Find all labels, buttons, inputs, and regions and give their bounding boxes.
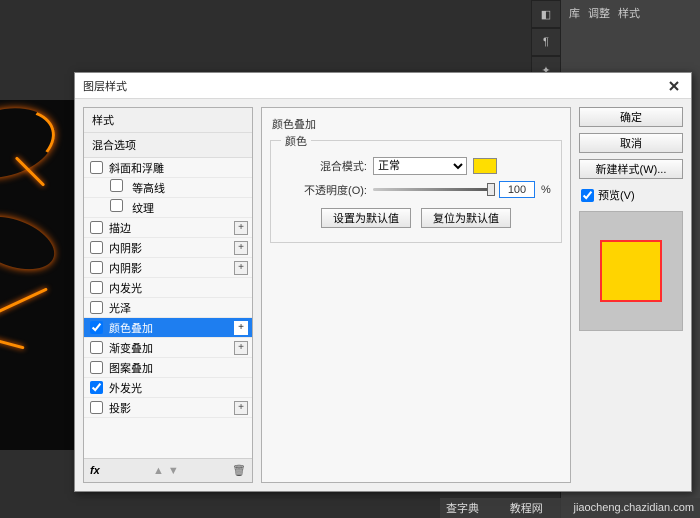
style-checkbox[interactable] [90,361,103,374]
blend-mode-select[interactable]: 正常 [373,157,467,175]
style-item-inner-shadow[interactable]: 内阴影 + [84,258,252,278]
style-item-outer-glow[interactable]: 外发光 [84,378,252,398]
dialog-title: 图层样式 [83,78,127,94]
style-checkbox[interactable] [90,341,103,354]
color-fieldset: 颜色 混合模式: 正常 不透明度(O): % 设 [270,140,562,243]
opacity-slider[interactable] [373,188,493,191]
add-instance-button[interactable]: + [234,341,248,355]
style-checkbox[interactable] [90,381,103,394]
panel-tab-adjust[interactable]: 调整 [588,5,610,21]
style-checkbox[interactable] [90,261,103,274]
panel-tab-library[interactable]: 库 [569,5,580,21]
style-item-inner-shadow[interactable]: 内阴影 + [84,238,252,258]
move-down-icon[interactable]: ▼ [168,465,179,477]
preview-label: 预览(V) [598,187,635,203]
style-list-header-styles[interactable]: 样式 [84,108,252,133]
layer-style-dialog: 图层样式 样式 混合选项 斜面和浮雕 等高线 纹理 [74,72,692,492]
trash-icon[interactable]: 🗑 [232,464,246,477]
style-item-label: 外发光 [109,380,142,396]
style-checkbox[interactable] [110,199,123,212]
add-instance-button[interactable]: + [234,221,248,235]
dialog-titlebar: 图层样式 [75,73,691,99]
preview-checkbox-row[interactable]: 预览(V) [579,185,683,205]
cancel-button[interactable]: 取消 [579,133,683,153]
style-checkbox[interactable] [90,321,103,334]
style-item-satin[interactable]: 光泽 [84,298,252,318]
style-item-color-overlay[interactable]: 颜色叠加 + [84,318,252,338]
style-item-label: 投影 [109,400,131,416]
style-list-panel: 样式 混合选项 斜面和浮雕 等高线 纹理 描边 + [83,107,253,483]
watermark-bar: 查字典 教程网 jiaocheng.chazidian.com [440,498,700,518]
style-item-label: 描边 [109,220,131,236]
move-up-icon[interactable]: ▲ [153,465,164,477]
style-item-label: 内发光 [109,280,142,296]
style-item-pattern-overlay[interactable]: 图案叠加 [84,358,252,378]
style-preview [579,211,683,331]
style-item-stroke[interactable]: 描边 + [84,218,252,238]
settings-group-title: 颜色叠加 [270,116,562,134]
watermark-url: jiaocheng.chazidian.com [574,502,694,514]
dialog-action-column: 确定 取消 新建样式(W)... 预览(V) [579,107,683,483]
style-item-label: 颜色叠加 [109,320,153,336]
watermark-brand: 查字典 [446,500,479,516]
style-item-label: 斜面和浮雕 [109,160,164,176]
preview-swatch [600,240,662,302]
watermark-mid: 教程网 [510,500,543,516]
ok-button[interactable]: 确定 [579,107,683,127]
style-checkbox[interactable] [90,301,103,314]
style-item-texture[interactable]: 纹理 [84,198,252,218]
style-checkbox[interactable] [90,281,103,294]
panel-tab-styles[interactable]: 样式 [618,5,640,21]
opacity-input[interactable] [499,181,535,198]
new-style-button[interactable]: 新建样式(W)... [579,159,683,179]
add-instance-button[interactable]: + [234,321,248,335]
panel-icon[interactable]: ¶ [531,28,561,56]
add-instance-button[interactable]: + [234,241,248,255]
style-item-bevel[interactable]: 斜面和浮雕 [84,158,252,178]
set-default-button[interactable]: 设置为默认值 [321,208,411,228]
opacity-unit: % [541,184,551,196]
add-instance-button[interactable]: + [234,401,248,415]
color-swatch[interactable] [473,158,497,174]
fx-menu-button[interactable]: fx [90,465,100,477]
style-checkbox[interactable] [90,401,103,414]
blend-mode-label: 混合模式: [281,158,367,174]
color-overlay-settings: 颜色叠加 颜色 混合模式: 正常 不透明度(O): % [261,107,571,483]
preview-checkbox[interactable] [581,189,594,202]
panel-icon[interactable]: ◧ [531,0,561,28]
style-checkbox[interactable] [90,161,103,174]
style-list-footer: fx ▲ ▼ 🗑 [84,458,252,482]
style-item-label: 等高线 [132,183,165,195]
style-list-header-blend[interactable]: 混合选项 [84,133,252,158]
style-checkbox[interactable] [90,241,103,254]
style-item-contour[interactable]: 等高线 [84,178,252,198]
style-item-label: 渐变叠加 [109,340,153,356]
style-item-gradient-overlay[interactable]: 渐变叠加 + [84,338,252,358]
reset-default-button[interactable]: 复位为默认值 [421,208,511,228]
close-button[interactable] [665,77,683,95]
style-item-label: 图案叠加 [109,360,153,376]
style-checkbox[interactable] [110,179,123,192]
slider-thumb[interactable] [487,183,495,196]
add-instance-button[interactable]: + [234,261,248,275]
close-icon [669,81,679,91]
opacity-label: 不透明度(O): [281,182,367,198]
style-item-drop-shadow[interactable]: 投影 + [84,398,252,418]
style-checkbox[interactable] [90,221,103,234]
fieldset-legend: 颜色 [281,133,311,149]
style-item-label: 内阴影 [109,240,142,256]
style-item-inner-glow[interactable]: 内发光 [84,278,252,298]
style-item-label: 光泽 [109,300,131,316]
style-item-label: 内阴影 [109,260,142,276]
style-item-label: 纹理 [132,203,154,215]
